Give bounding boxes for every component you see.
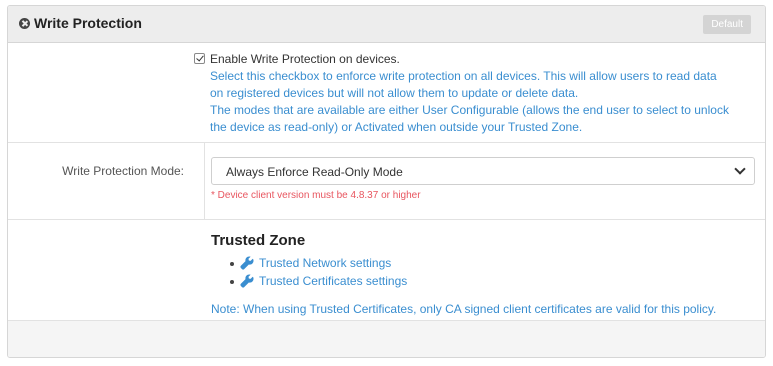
panel-title: Write Protection <box>34 15 142 31</box>
bullet <box>230 280 234 284</box>
description-line: the device as read-only) or Activated wh… <box>210 120 583 134</box>
wrench-icon <box>240 274 254 288</box>
trusted-zone-title: Trusted Zone <box>211 232 306 249</box>
enable-write-protection-checkbox[interactable] <box>194 53 205 64</box>
write-protection-mode-label: Write Protection Mode: <box>62 164 184 178</box>
wrench-icon <box>240 256 254 270</box>
trusted-zone-row: Trusted Zone Trusted Network settings Tr… <box>8 220 765 321</box>
enable-description: Select this checkbox to enforce write pr… <box>210 68 755 136</box>
chevron-down-icon <box>734 163 746 175</box>
trusted-certificates-settings-link[interactable]: Trusted Certificates settings <box>259 274 407 288</box>
write-protection-mode-select[interactable]: Always Enforce Read-Only Mode <box>211 157 755 185</box>
bullet <box>230 262 234 266</box>
select-value: Always Enforce Read-Only Mode <box>226 165 403 179</box>
description-line: The modes that are available are either … <box>210 103 729 117</box>
column-divider <box>204 143 205 219</box>
mode-row: Write Protection Mode: Always Enforce Re… <box>8 143 765 220</box>
description-line: on registered devices but will not allow… <box>210 86 579 100</box>
default-button[interactable]: Default <box>703 15 751 34</box>
enable-write-protection-label[interactable]: Enable Write Protection on devices. <box>210 52 400 66</box>
trusted-certificates-note: Note: When using Trusted Certificates, o… <box>211 302 717 316</box>
panel-header: Write Protection Default <box>8 6 765 43</box>
enable-row: Enable Write Protection on devices. Sele… <box>8 43 765 143</box>
close-circle-icon[interactable] <box>19 18 30 29</box>
version-warning: * Device client version must be 4.8.37 o… <box>211 190 421 201</box>
panel-footer <box>8 321 765 357</box>
description-line: Select this checkbox to enforce write pr… <box>210 69 717 83</box>
trusted-network-settings-link[interactable]: Trusted Network settings <box>259 256 391 270</box>
write-protection-panel: Write Protection Default Enable Write Pr… <box>7 5 766 358</box>
